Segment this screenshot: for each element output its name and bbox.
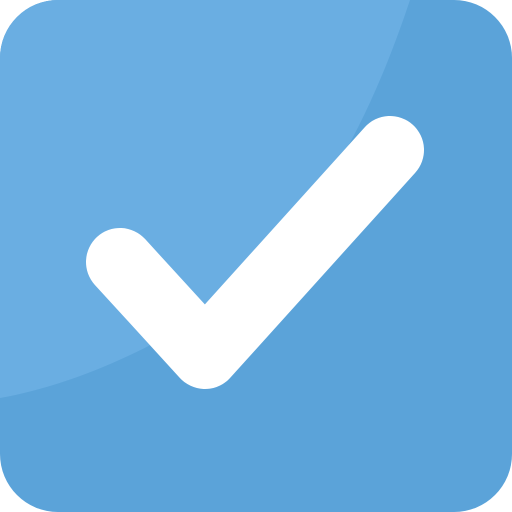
checkbox-checked-icon[interactable]: [0, 0, 512, 512]
checkmark-icon: [0, 0, 512, 512]
